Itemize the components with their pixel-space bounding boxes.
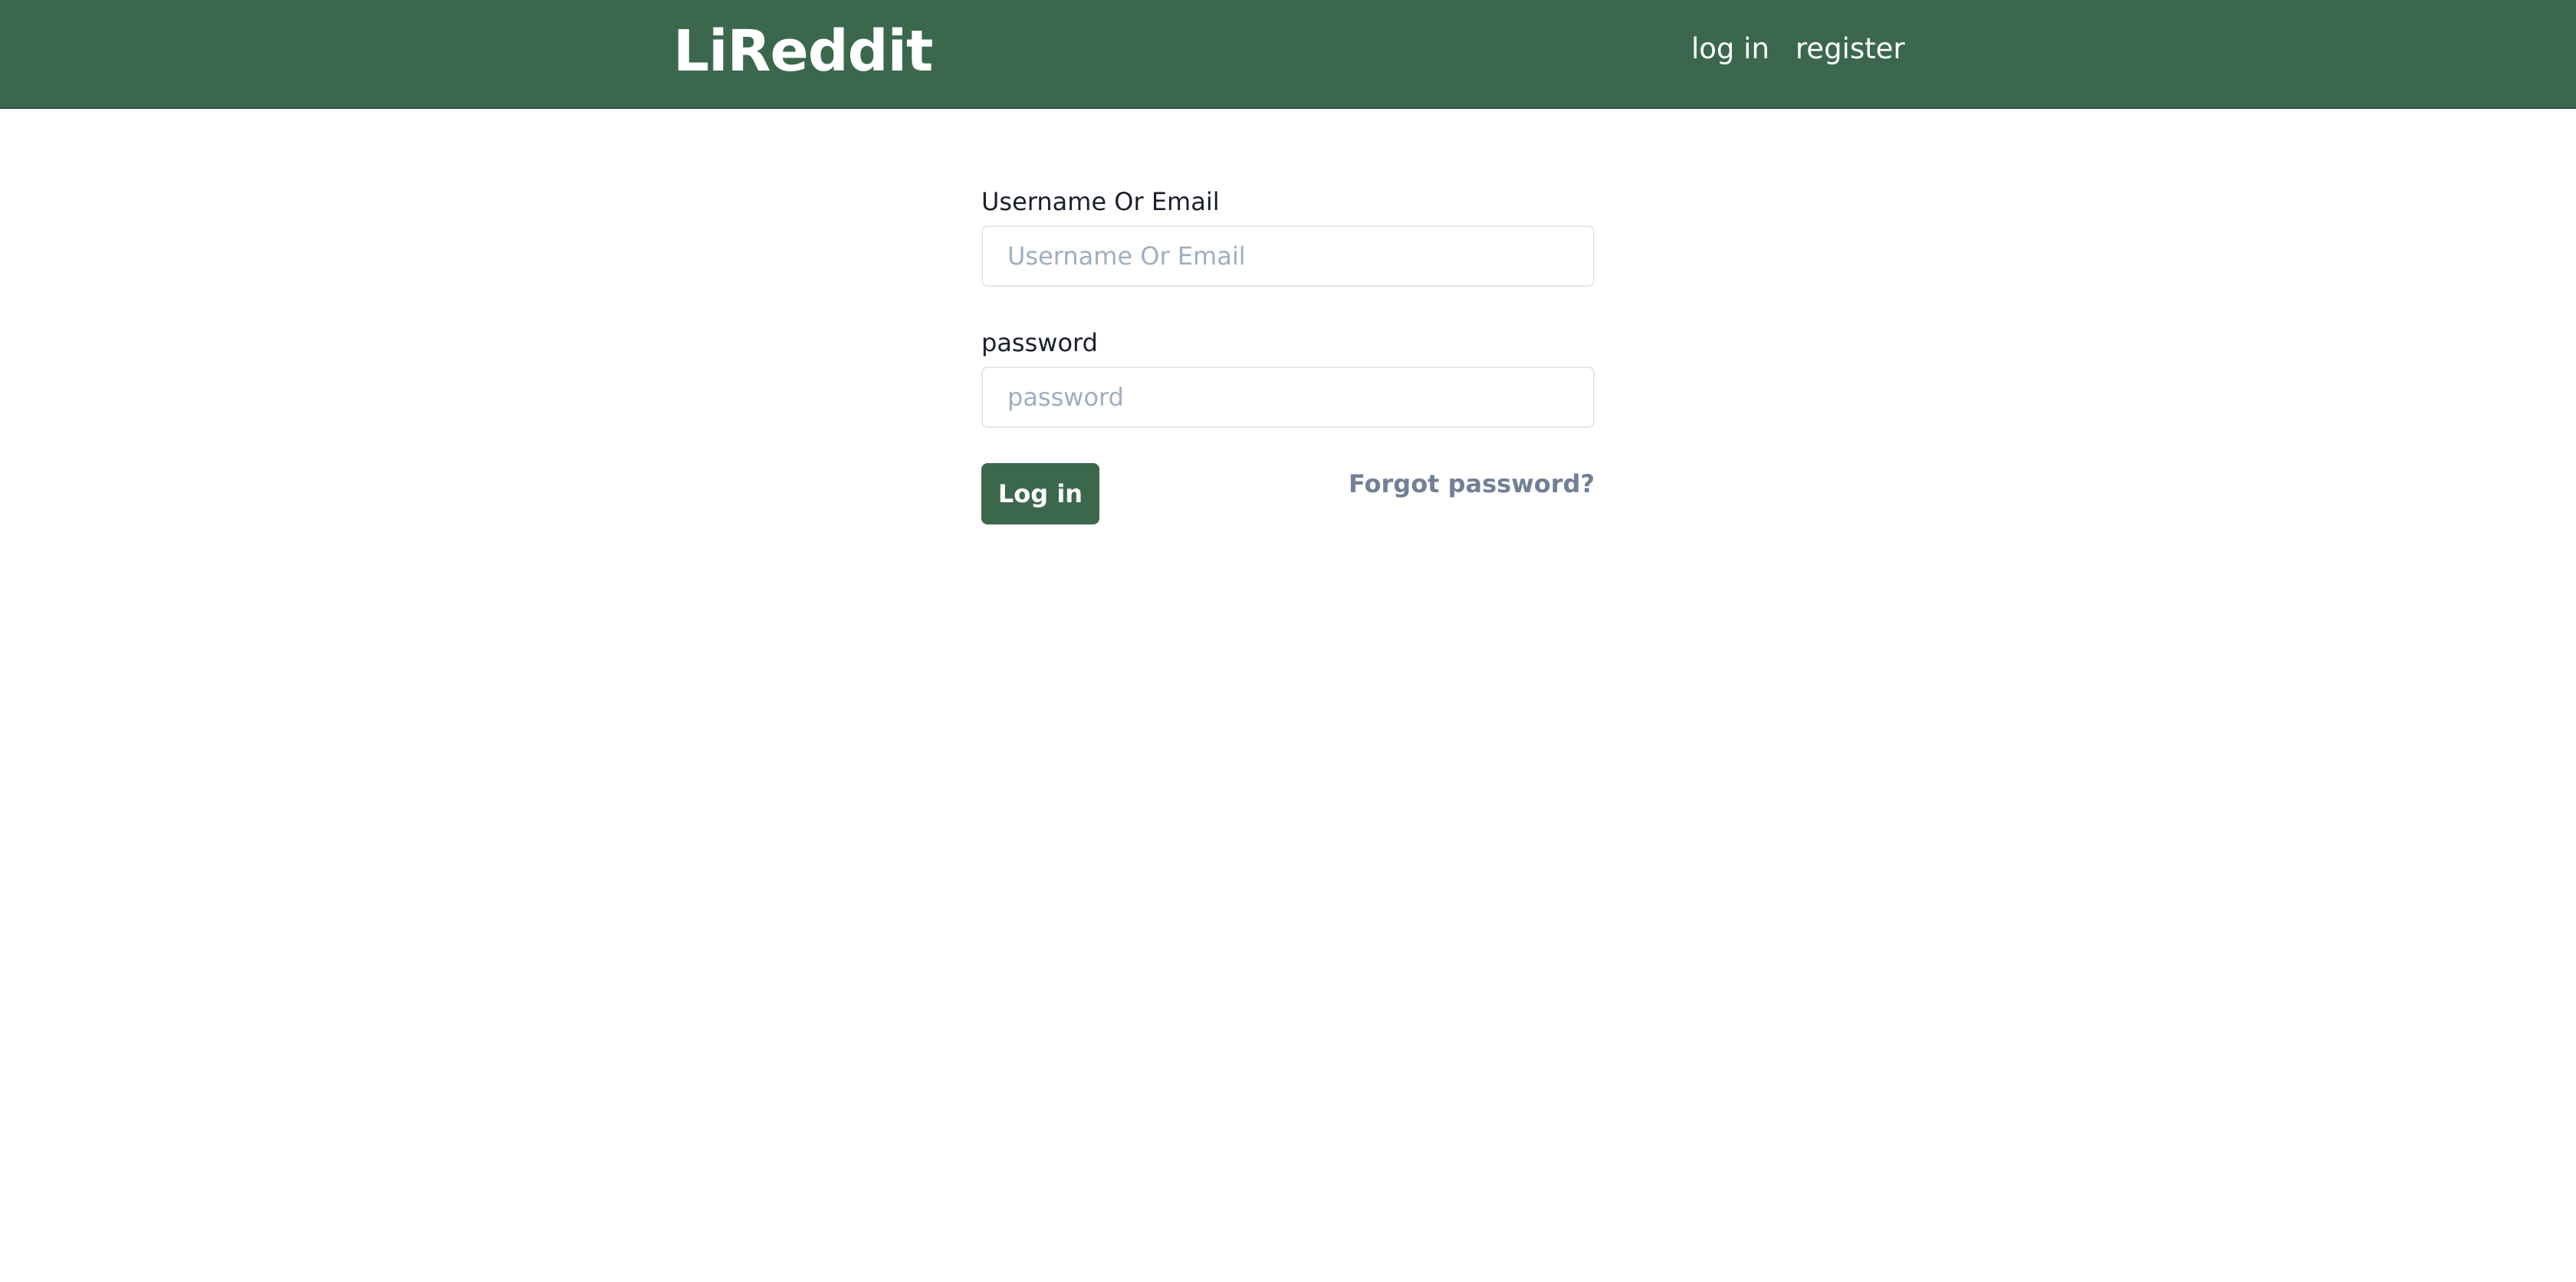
login-button[interactable]: Log in xyxy=(981,463,1099,524)
forgot-password-link[interactable]: Forgot password? xyxy=(1349,463,1595,505)
password-label: password xyxy=(981,328,1098,357)
login-form: Username Or Email password Log in Forgot… xyxy=(981,181,1595,524)
username-label: Username Or Email xyxy=(981,187,1220,216)
nav-register-link[interactable]: register xyxy=(1796,29,1905,69)
password-field-group: password xyxy=(981,322,1595,428)
password-input[interactable] xyxy=(981,367,1595,428)
nav-login-link[interactable]: log in xyxy=(1691,29,1769,69)
navbar: LiReddit log in register xyxy=(0,0,2576,109)
username-input[interactable] xyxy=(981,225,1595,287)
username-field-group: Username Or Email xyxy=(981,181,1595,287)
form-actions: Log in Forgot password? xyxy=(981,463,1595,524)
nav-links: log in register xyxy=(1691,29,1905,69)
brand-logo[interactable]: LiReddit xyxy=(673,17,933,86)
